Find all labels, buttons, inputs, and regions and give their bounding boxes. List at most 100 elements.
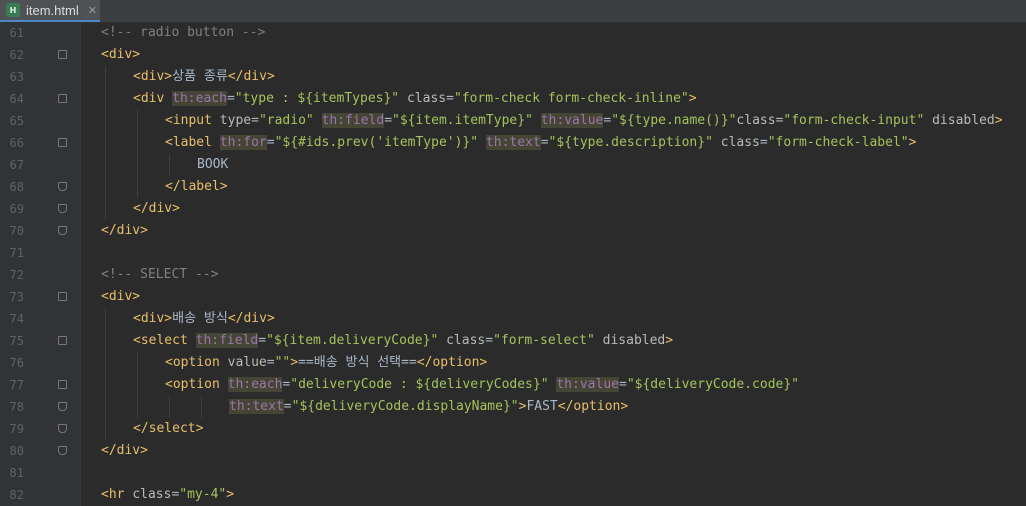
- line-number: 65: [9, 114, 24, 128]
- code-line[interactable]: 78 th:text="${deliveryCode.displayName}">…: [0, 396, 1026, 418]
- code-text: BOOK: [197, 154, 228, 176]
- code-token-val: "${item.deliveryCode}": [266, 333, 439, 348]
- code-token-text: FAST: [526, 399, 558, 414]
- fold-toggle-icon[interactable]: [58, 336, 67, 345]
- close-icon[interactable]: ✕: [88, 4, 97, 17]
- code-token-tag: >: [994, 113, 1003, 128]
- code-line[interactable]: 82 <hr class="my-4">: [0, 484, 1026, 506]
- code-token-tag: </div>: [101, 443, 148, 458]
- line-number: 79: [9, 422, 24, 436]
- code-text: <!-- radio button -->: [101, 22, 265, 44]
- code-token-th: th: [556, 377, 573, 392]
- code-token-tag: >: [908, 135, 917, 150]
- code-token-val: "my-4": [179, 487, 227, 502]
- code-token-th: th: [227, 377, 244, 392]
- code-line[interactable]: 69 </div>: [0, 198, 1026, 220]
- code-token-val: "form-check-input": [783, 113, 925, 128]
- fold-end-icon[interactable]: [58, 424, 67, 433]
- code-line[interactable]: 62 <div>: [0, 44, 1026, 66]
- code-line[interactable]: 72 <!-- SELECT -->: [0, 264, 1026, 286]
- line-number: 81: [9, 466, 24, 480]
- code-token-text: =: [618, 377, 627, 392]
- code-token-tag: <div>: [101, 47, 141, 62]
- code-token-tag: </label>: [165, 179, 228, 194]
- code-token-text: =: [226, 91, 235, 106]
- tab-item-html[interactable]: H item.html ✕: [0, 0, 100, 22]
- line-number: 75: [9, 334, 24, 348]
- code-text: <div>배송 방식</div>: [133, 308, 275, 330]
- code-token-tag: >: [290, 355, 299, 370]
- code-token-th: :for: [235, 135, 267, 150]
- code-token-th: :text: [244, 399, 284, 414]
- fold-toggle-icon[interactable]: [58, 50, 67, 59]
- code-token-tag: </div>: [227, 311, 275, 326]
- indent-guide: [105, 308, 106, 330]
- code-editor[interactable]: 61 <!-- radio button --> 62 <div> 63 <div>상품 …: [0, 22, 1026, 506]
- code-line[interactable]: 63 <div>상품 종류</div>: [0, 66, 1026, 88]
- code-line[interactable]: 71: [0, 242, 1026, 264]
- code-token-val: "": [274, 355, 291, 370]
- fold-end-icon[interactable]: [58, 226, 67, 235]
- fold-end-icon[interactable]: [58, 402, 67, 411]
- code-token-attr: disabled: [924, 113, 995, 128]
- code-line[interactable]: 61 <!-- radio button -->: [0, 22, 1026, 44]
- code-line[interactable]: 68 </label>: [0, 176, 1026, 198]
- code-line[interactable]: 73 <div>: [0, 286, 1026, 308]
- code-line[interactable]: 65 <input type="radio" th:field="${item.i…: [0, 110, 1026, 132]
- indent-guide: [105, 418, 106, 440]
- line-number: 64: [9, 92, 24, 106]
- indent-guide: [105, 352, 106, 374]
- line-number: 77: [9, 378, 24, 392]
- line-number: 67: [9, 158, 24, 172]
- indent-guide: [105, 110, 106, 132]
- code-text: <div>상품 종류</div>: [133, 66, 275, 88]
- line-number: 61: [9, 26, 24, 40]
- fold-toggle-icon[interactable]: [58, 94, 67, 103]
- code-line[interactable]: 67 BOOK: [0, 154, 1026, 176]
- code-token-th: :value: [572, 377, 619, 392]
- code-line[interactable]: 70 </div>: [0, 220, 1026, 242]
- code-text: <option value="">==배송 방식 선택==</option>: [165, 352, 487, 374]
- code-token-comment: <!-- radio button -->: [101, 25, 266, 40]
- fold-end-icon[interactable]: [58, 204, 67, 213]
- fold-toggle-icon[interactable]: [58, 292, 67, 301]
- code-line[interactable]: 75 <select th:field="${item.deliveryCode}…: [0, 330, 1026, 352]
- line-number: 80: [9, 444, 24, 458]
- code-token-text: =: [603, 113, 612, 128]
- code-token-tag: <input: [165, 113, 220, 128]
- code-text: <input type="radio" th:field="${item.ite…: [165, 110, 1003, 132]
- fold-end-icon[interactable]: [58, 446, 67, 455]
- code-token-attr: class: [438, 333, 486, 348]
- code-line[interactable]: 79 </select>: [0, 418, 1026, 440]
- code-token-text: ==배송 방식 선택==: [298, 355, 417, 370]
- line-number: 69: [9, 202, 24, 216]
- indent-guide: [105, 396, 106, 418]
- html-file-icon: H: [6, 3, 20, 17]
- code-line[interactable]: 76 <option value="">==배송 방식 선택==</option>: [0, 352, 1026, 374]
- code-line[interactable]: 64 <div th:each="type : ${itemTypes}" cla…: [0, 88, 1026, 110]
- code-line[interactable]: 81: [0, 462, 1026, 484]
- code-token-val: "${type.name()}": [611, 113, 737, 128]
- code-token-attr: disabled: [594, 333, 666, 348]
- fold-toggle-icon[interactable]: [58, 138, 67, 147]
- code-line[interactable]: 80 </div>: [0, 440, 1026, 462]
- fold-toggle-icon[interactable]: [58, 380, 67, 389]
- code-token-tag: <div>: [133, 311, 173, 326]
- indent-guide: [137, 132, 138, 154]
- code-text: th:text="${deliveryCode.displayName}">FA…: [229, 396, 628, 418]
- code-token-text: =: [251, 113, 259, 128]
- code-line[interactable]: 74 <div>배송 방식</div>: [0, 308, 1026, 330]
- code-token-tag: </div>: [133, 201, 180, 216]
- code-token-tag: <div>: [101, 289, 141, 304]
- line-number: 72: [9, 268, 24, 282]
- code-token-th: :each: [187, 91, 227, 106]
- code-token-val: "${deliveryCode.displayName}": [291, 399, 519, 414]
- fold-end-icon[interactable]: [58, 182, 67, 191]
- code-token-attr: type: [219, 113, 252, 128]
- code-line[interactable]: 66 <label th:for="${#ids.prev('itemType')…: [0, 132, 1026, 154]
- indent-guide: [137, 396, 138, 418]
- code-text: <div>: [101, 286, 140, 308]
- code-token-val: "type : ${itemTypes}": [234, 91, 400, 106]
- code-line[interactable]: 77 <option th:each="deliveryCode : ${deli…: [0, 374, 1026, 396]
- code-token-comment: <!-- SELECT -->: [101, 267, 219, 282]
